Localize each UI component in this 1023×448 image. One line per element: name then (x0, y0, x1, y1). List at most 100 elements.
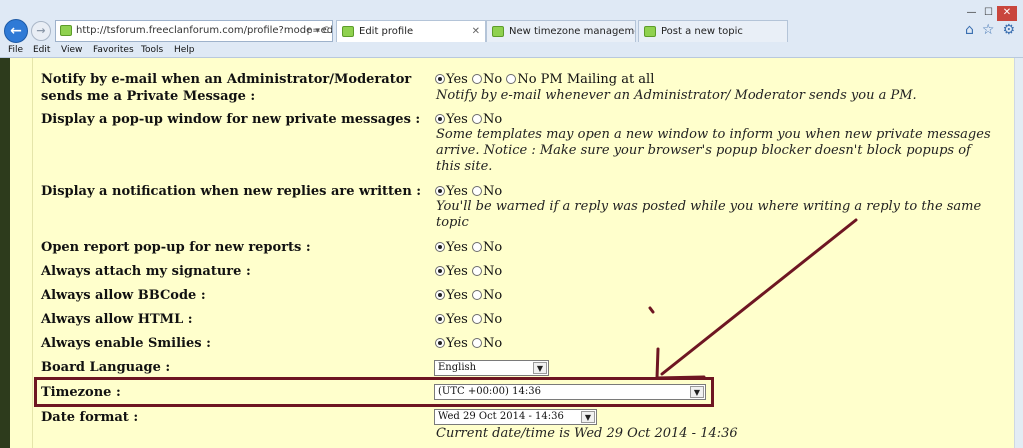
vertical-scrollbar[interactable] (1014, 58, 1023, 448)
allow-html-label: Always allow HTML : (41, 312, 193, 327)
yes-label: Yes (446, 184, 468, 199)
allow-bbcode-label: Always allow BBCode : (41, 288, 206, 303)
board-language-select[interactable]: English ▼ (434, 360, 549, 376)
tab-edit-profile[interactable]: Edit profile ✕ (336, 20, 486, 42)
enable-smilies-no-radio[interactable] (471, 338, 482, 348)
enable-smilies-options: Yes No (435, 335, 502, 352)
no-label: No (482, 312, 503, 327)
allow-html-no-radio[interactable] (471, 314, 482, 324)
report-popup-no-radio[interactable] (471, 242, 482, 252)
yes-label: Yes (446, 240, 468, 255)
menu-edit[interactable]: Edit (33, 45, 50, 55)
no-label: No (482, 336, 503, 351)
yes-label: Yes (446, 72, 468, 87)
attach-signature-label: Always attach my signature : (41, 264, 251, 279)
date-format-label: Date format : (41, 410, 139, 425)
allow-html-options: Yes No (435, 311, 502, 328)
no-label: No (482, 288, 503, 303)
allow-bbcode-no-radio[interactable] (471, 290, 482, 300)
attach-signature-yes-radio[interactable] (435, 266, 445, 276)
chevron-down-icon: ▼ (533, 362, 547, 374)
menu-favorites[interactable]: Favorites (93, 45, 134, 55)
popup-pm-description: Some templates may open a new window to … (436, 127, 991, 174)
back-button[interactable]: ← (4, 19, 28, 43)
timezone-highlight-box (34, 377, 714, 407)
no-label: No (482, 264, 503, 279)
report-popup-yes-radio[interactable] (435, 242, 445, 252)
date-format-select[interactable]: Wed 29 Oct 2014 - 14:36 ▼ (434, 409, 597, 425)
home-icon[interactable]: ⌂ (965, 22, 974, 38)
enable-smilies-yes-radio[interactable] (435, 338, 445, 348)
notify-pm-description: Notify by e-mail whenever an Administrat… (436, 88, 917, 103)
popup-pm-no-radio[interactable] (471, 114, 482, 124)
date-format-description: Current date/time is Wed 29 Oct 2014 - 1… (436, 426, 738, 441)
allow-bbcode-yes-radio[interactable] (435, 290, 445, 300)
yes-label: Yes (446, 336, 468, 351)
favorites-star-icon[interactable]: ☆ (982, 22, 995, 38)
menu-view[interactable]: View (61, 45, 82, 55)
settings-gear-icon[interactable]: ⚙ (1002, 22, 1015, 38)
report-popup-label: Open report pop-up for new reports : (41, 240, 311, 255)
popup-pm-yes-radio[interactable] (435, 114, 445, 124)
menu-help[interactable]: Help (174, 45, 195, 55)
address-controls[interactable]: ρ ▾ C (307, 21, 329, 41)
tab-new-timezone-management[interactable]: New timezone management (486, 20, 636, 42)
reply-notification-options: Yes No (435, 183, 502, 200)
reply-notification-description: You'll be warned if a reply was posted w… (436, 199, 982, 230)
back-arrow-icon: ← (10, 23, 22, 39)
board-language-label: Board Language : (41, 360, 171, 375)
attach-signature-options: Yes No (435, 263, 502, 280)
minimize-icon[interactable]: — (963, 6, 980, 21)
window-controls: — ☐ ✕ (963, 0, 1019, 21)
report-popup-options: Yes No (435, 239, 502, 256)
annotation-dot (648, 306, 655, 314)
notify-pm-no-mailing-radio[interactable] (506, 74, 517, 84)
date-format-value: Wed 29 Oct 2014 - 14:36 (438, 411, 564, 422)
browser-chrome: ← → http://tsforum.freeclanforum.com/pro… (0, 0, 1023, 58)
tab-label: Edit profile (359, 26, 414, 37)
menu-tools[interactable]: Tools (141, 45, 163, 55)
forward-button[interactable]: → (31, 21, 51, 41)
popup-pm-label: Display a pop-up window for new private … (41, 112, 421, 127)
chevron-down-icon: ▼ (581, 411, 595, 423)
notify-pm-no-radio[interactable] (471, 74, 482, 84)
tab-favicon-icon (342, 26, 354, 37)
page-left-border (0, 58, 10, 448)
notify-pm-label: Notify by e-mail when an Administrator/M… (41, 72, 412, 104)
enable-smilies-label: Always enable Smilies : (41, 336, 211, 351)
notify-pm-yes-radio[interactable] (435, 74, 445, 84)
forward-arrow-icon: → (36, 24, 46, 37)
attach-signature-no-radio[interactable] (471, 266, 482, 276)
no-label: No (482, 112, 503, 127)
yes-label: Yes (446, 264, 468, 279)
reply-notification-yes-radio[interactable] (435, 186, 445, 196)
yes-label: Yes (446, 288, 468, 303)
board-language-value: English (438, 362, 477, 373)
arrow-head (655, 347, 706, 380)
close-window-icon[interactable]: ✕ (997, 6, 1017, 21)
address-bar[interactable]: http://tsforum.freeclanforum.com/profile… (55, 20, 333, 42)
yes-label: Yes (446, 312, 468, 327)
tab-close-icon[interactable]: ✕ (472, 21, 480, 42)
notify-pm-options: Yes No No PM Mailing at all (435, 71, 654, 88)
tab-favicon-icon (492, 26, 504, 37)
page-left-margin (10, 58, 33, 448)
browser-toolbar-icons: ⌂ ☆ ⚙ (957, 22, 1015, 38)
maximize-icon[interactable]: ☐ (980, 6, 997, 21)
popup-pm-options: Yes No (435, 111, 502, 128)
allow-bbcode-options: Yes No (435, 287, 502, 304)
no-label: No (482, 184, 503, 199)
tab-label: New timezone management (509, 26, 635, 37)
yes-label: Yes (446, 112, 468, 127)
address-url: http://tsforum.freeclanforum.com/profile… (76, 25, 333, 36)
reply-notification-no-radio[interactable] (471, 186, 482, 196)
arrow-shaft (660, 218, 858, 376)
menu-bar: File Edit View Favorites Tools Help (0, 44, 1023, 58)
tab-label: Post a new topic (661, 26, 743, 37)
site-favicon-icon (60, 25, 72, 36)
reply-notification-label: Display a notification when new replies … (41, 184, 422, 199)
allow-html-yes-radio[interactable] (435, 314, 445, 324)
menu-file[interactable]: File (8, 45, 23, 55)
tab-post-new-topic[interactable]: Post a new topic (638, 20, 788, 42)
no-label: No (482, 240, 503, 255)
